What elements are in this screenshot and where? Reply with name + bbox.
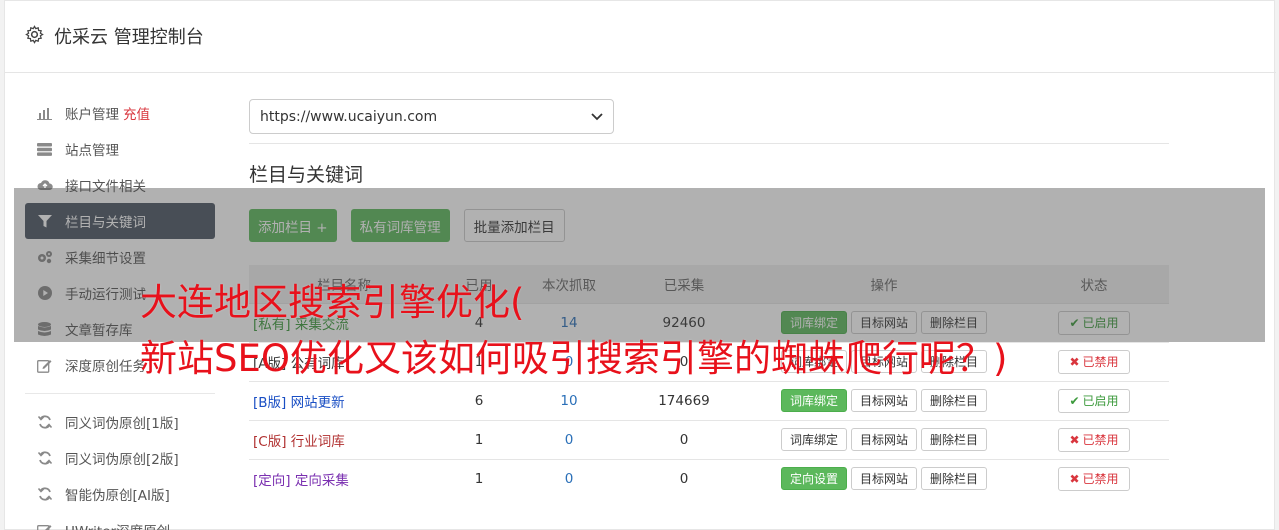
refresh-icon <box>36 414 53 431</box>
collected-count: 0 <box>619 458 749 498</box>
close-icon: ✖ <box>1069 354 1080 369</box>
section-title: 栏目与关键词 <box>249 164 364 186</box>
sidebar-item-label: 账户管理 <box>65 107 119 123</box>
sidebar-item[interactable]: 账户管理 充值 <box>25 95 215 131</box>
actions-cell: 词库绑定 目标网站 删除栏目 <box>749 419 1019 459</box>
app-title: 优采云 管理控制台 <box>54 27 204 48</box>
used-count: 1 <box>439 419 519 459</box>
status-toggle[interactable]: ✖ 已禁用 <box>1058 349 1130 374</box>
column-name: 行业词库 <box>290 433 345 450</box>
status-cell: ✖ 已禁用 <box>1019 341 1169 381</box>
fetch-count[interactable]: 0 <box>519 458 619 498</box>
sidebar-item-label: 同义词伪原创[2版] <box>65 452 179 468</box>
edit-icon <box>36 522 53 530</box>
column-name: 定向采集 <box>294 472 349 489</box>
sidebar-item[interactable]: 站点管理 <box>25 131 215 167</box>
server-icon <box>36 141 53 158</box>
bind-dictionary-button[interactable]: 词库绑定 <box>780 428 847 451</box>
column-name-cell[interactable]: [B版] 网站更新 <box>249 380 439 420</box>
sidebar-divider <box>25 393 215 394</box>
table-row: [C版] 行业词库 1 0 0 词库绑定 目标网站 删除栏目 ✖ 已禁用 <box>249 419 1169 459</box>
fetch-count[interactable]: 10 <box>519 380 619 420</box>
sidebar-item-label: UWriter深度原创 <box>65 520 170 530</box>
divider <box>249 143 1169 144</box>
check-icon: ✔ <box>1069 393 1080 408</box>
site-select-value: https://www.ucaiyun.com <box>260 108 438 125</box>
bind-dictionary-button[interactable]: 定向设置 <box>780 467 847 491</box>
used-count: 1 <box>439 458 519 498</box>
target-site-button[interactable]: 目标网站 <box>850 467 917 491</box>
site-select[interactable]: https://www.ucaiyun.com <box>249 99 614 134</box>
status-cell: ✖ 已禁用 <box>1019 458 1169 498</box>
refresh-icon <box>36 450 53 467</box>
sidebar-item[interactable]: 同义词伪原创[1版] <box>25 404 215 440</box>
column-tag: [C版] <box>253 433 287 450</box>
gear-icon <box>25 25 44 44</box>
target-site-button[interactable]: 目标网站 <box>850 428 917 451</box>
collected-count: 0 <box>619 419 749 459</box>
status-cell: ✔ 已启用 <box>1019 380 1169 420</box>
column-tag: [B版] <box>253 394 287 411</box>
sidebar-item[interactable]: UWriter深度原创 <box>25 512 215 530</box>
actions-cell: 词库绑定 目标网站 删除栏目 <box>749 380 1019 420</box>
close-icon: ✖ <box>1069 471 1080 486</box>
delete-column-button[interactable]: 删除栏目 <box>921 428 988 451</box>
column-name: 网站更新 <box>290 394 345 411</box>
bind-dictionary-button[interactable]: 词库绑定 <box>780 389 847 412</box>
headline-line-2: 新站SEO优化又该如何吸引搜索引擎的蜘蛛爬行呢？) <box>140 337 1008 380</box>
status-label: 已禁用 <box>1082 472 1119 487</box>
column-tag: [定向] <box>253 472 291 489</box>
delete-column-button[interactable]: 删除栏目 <box>921 389 988 412</box>
table-row: [定向] 定向采集 1 0 0 定向设置 目标网站 删除栏目 ✖ 已禁用 <box>249 458 1169 498</box>
status-toggle[interactable]: ✖ 已禁用 <box>1058 427 1130 452</box>
sidebar-item-label: 站点管理 <box>65 143 119 159</box>
bar-chart-icon <box>36 105 53 122</box>
status-toggle[interactable]: ✖ 已禁用 <box>1058 466 1130 491</box>
edit-icon <box>36 357 53 374</box>
target-site-button[interactable]: 目标网站 <box>850 389 917 412</box>
chevron-down-icon <box>591 112 603 120</box>
status-label: 已禁用 <box>1082 433 1119 447</box>
recharge-link[interactable]: 充值 <box>123 103 150 123</box>
sidebar-item[interactable]: 智能伪原创[AI版] <box>25 476 215 512</box>
status-label: 已启用 <box>1082 394 1119 408</box>
status-toggle[interactable]: ✔ 已启用 <box>1058 388 1130 413</box>
column-name-cell[interactable]: [定向] 定向采集 <box>249 458 439 498</box>
sidebar-item-label: 同义词伪原创[1版] <box>65 416 179 432</box>
fetch-count[interactable]: 0 <box>519 419 619 459</box>
refresh-icon <box>36 486 53 503</box>
close-icon: ✖ <box>1069 432 1080 447</box>
sidebar-item-label: 智能伪原创[AI版] <box>65 488 170 504</box>
actions-cell: 定向设置 目标网站 删除栏目 <box>749 458 1019 498</box>
column-name-cell[interactable]: [C版] 行业词库 <box>249 419 439 459</box>
sidebar-item[interactable]: 同义词伪原创[2版] <box>25 440 215 476</box>
collected-count: 174669 <box>619 380 749 420</box>
used-count: 6 <box>439 380 519 420</box>
status-label: 已禁用 <box>1082 355 1119 369</box>
delete-column-button[interactable]: 删除栏目 <box>921 467 988 491</box>
headline-line-1: 大连地区搜索引擎优化( <box>140 281 525 324</box>
table-row: [B版] 网站更新 6 10 174669 词库绑定 目标网站 删除栏目 ✔ 已启用 <box>249 380 1169 420</box>
sidebar-item-label: 深度原创任务 <box>65 359 146 375</box>
top-bar: 优采云 管理控制台 <box>5 1 1276 73</box>
status-cell: ✖ 已禁用 <box>1019 419 1169 459</box>
